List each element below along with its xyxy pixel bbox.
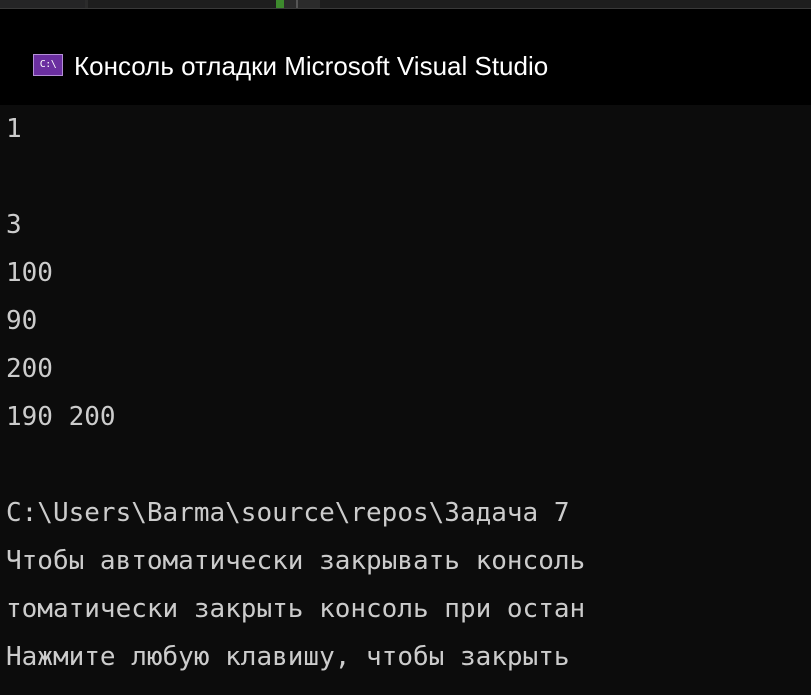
console-line: Нажмите любую клавишу, чтобы закрыть: [6, 642, 570, 672]
console-line: томатически закрыть консоль при остан: [6, 594, 586, 624]
console-line: Чтобы автоматически закрывать консоль: [6, 546, 586, 576]
ide-panel: [0, 0, 85, 8]
ide-background-strip: [0, 0, 811, 9]
console-line: 200: [6, 354, 53, 384]
console-app-icon: C:\: [33, 54, 63, 76]
console-line: 3: [6, 210, 22, 240]
console-title-bar[interactable]: C:\ Консоль отладки Microsoft Visual Stu…: [0, 9, 811, 105]
ide-change-marker: [276, 0, 284, 8]
ide-divider: [296, 0, 298, 8]
console-line: 190 200: [6, 402, 116, 432]
console-output[interactable]: 1 3 100 90 200 190 200 C:\Users\Barma\so…: [0, 105, 811, 695]
ide-editor: [320, 0, 811, 8]
console-app-icon-glyph: C:\: [39, 59, 57, 70]
console-line: 90: [6, 306, 38, 336]
console-line: 1: [6, 114, 22, 144]
console-line: 100: [6, 258, 53, 288]
console-line: C:\Users\Barma\source\repos\Задача 7: [6, 498, 570, 528]
ide-panel: [88, 0, 278, 8]
window-title: Консоль отладки Microsoft Visual Studio: [74, 51, 549, 81]
